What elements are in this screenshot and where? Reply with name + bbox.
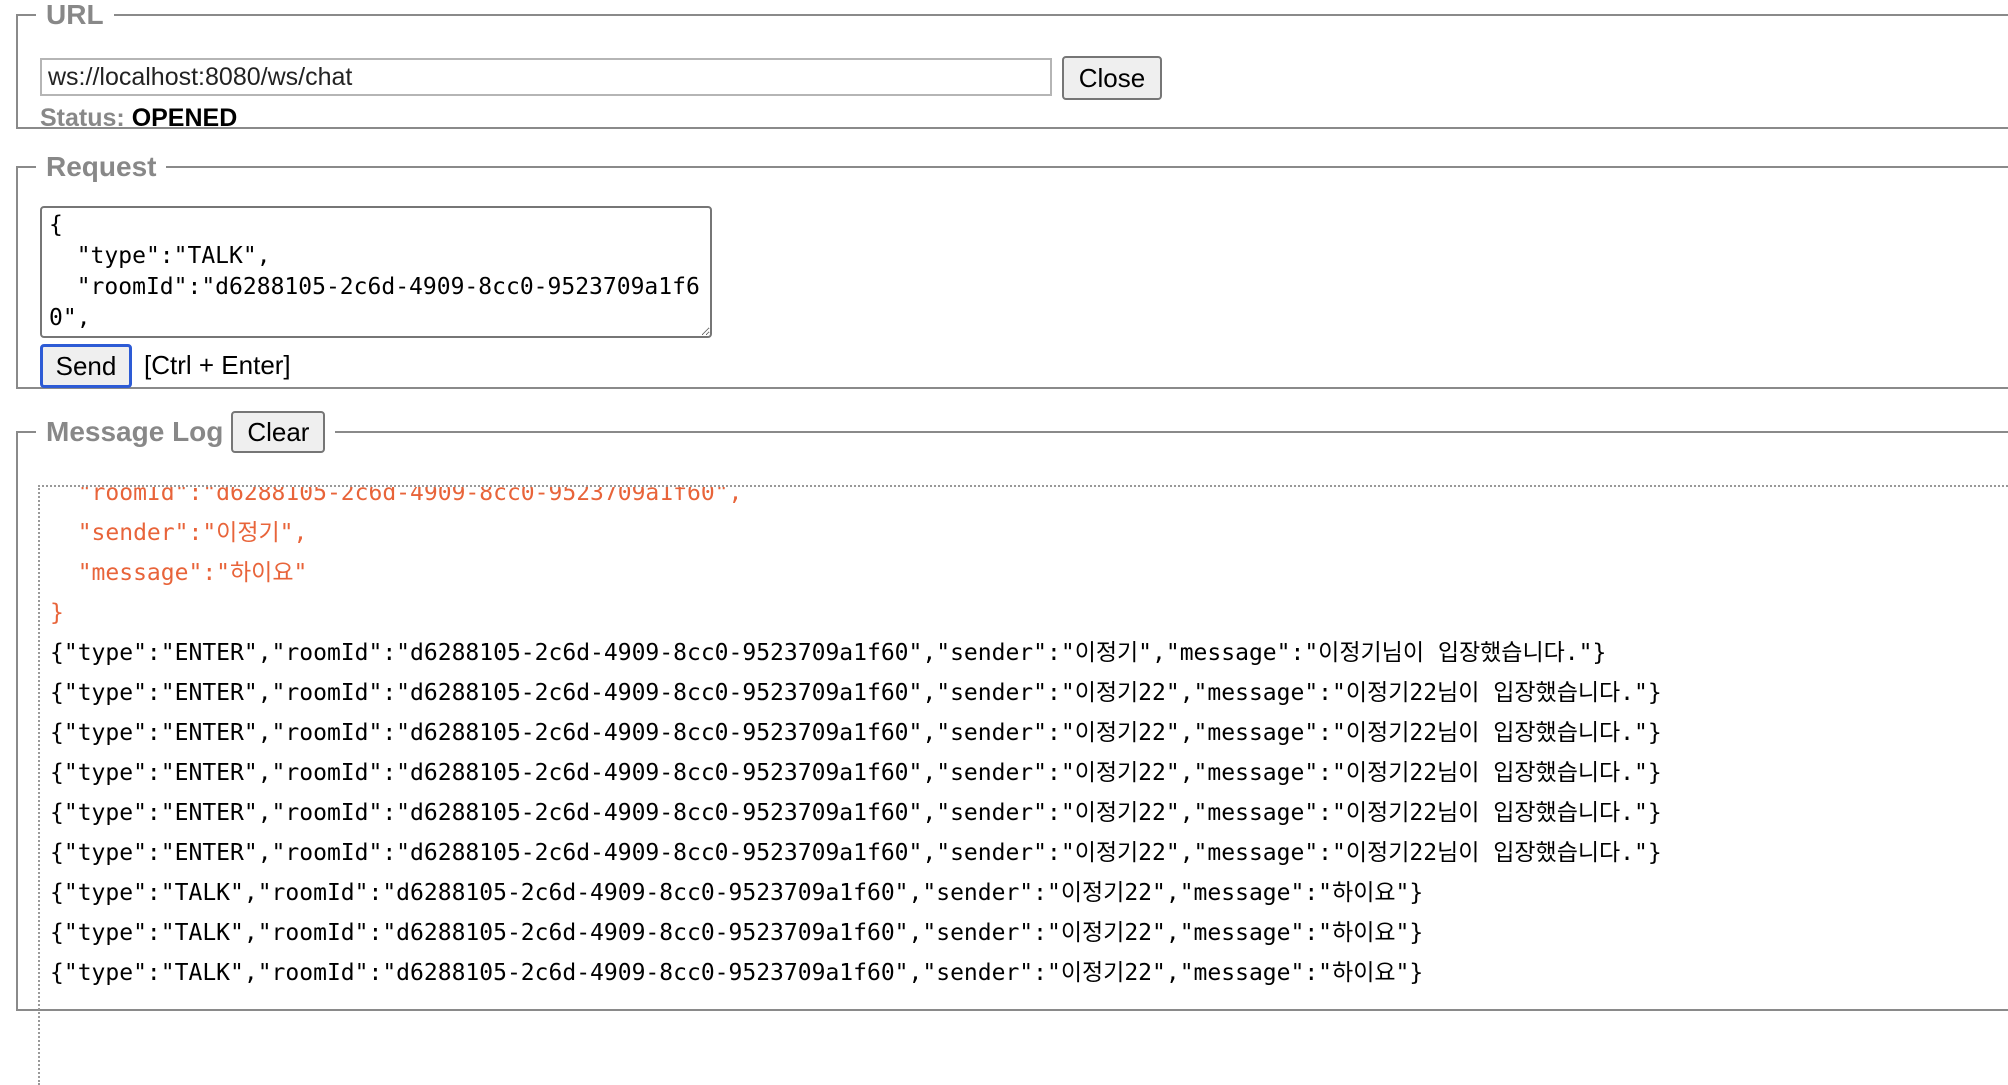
sent-message-line: "roomId":"d6288105-2c6d-4909-8cc0-952370… [50, 485, 743, 506]
send-button[interactable]: Send [40, 344, 132, 388]
request-section: Request Send [Ctrl + Enter] [16, 152, 2008, 389]
received-message-line: {"type":"ENTER","roomId":"d6288105-2c6d-… [50, 840, 1662, 866]
received-message-line: {"type":"TALK","roomId":"d6288105-2c6d-4… [50, 880, 1424, 906]
received-message-line: {"type":"ENTER","roomId":"d6288105-2c6d-… [50, 800, 1662, 826]
message-log-content: "roomId":"d6288105-2c6d-4909-8cc0-952370… [50, 485, 1662, 993]
received-message-line: {"type":"ENTER","roomId":"d6288105-2c6d-… [50, 640, 1607, 666]
message-log-legend: Message Log Clear [36, 411, 335, 453]
send-shortcut-hint: [Ctrl + Enter] [144, 350, 291, 380]
sent-message-line: "message":"하이요" [50, 560, 308, 586]
status-line: Status: OPENED [40, 104, 237, 133]
sent-message-line: } [50, 600, 64, 626]
clear-button[interactable]: Clear [231, 411, 326, 453]
sent-message-line: "sender":"이정기", [50, 520, 308, 546]
received-message-line: {"type":"ENTER","roomId":"d6288105-2c6d-… [50, 760, 1662, 786]
message-log-title: Message Log [46, 416, 224, 447]
message-log-section: Message Log Clear "roomId":"d6288105-2c6… [16, 411, 2008, 1085]
status-value: OPENED [131, 104, 238, 132]
url-section: URL Close Status: OPENED [16, 0, 2008, 132]
close-button[interactable]: Close [1062, 56, 1162, 100]
received-message-line: {"type":"TALK","roomId":"d6288105-2c6d-4… [50, 960, 1424, 986]
url-legend: URL [46, 0, 104, 30]
request-textarea[interactable] [40, 206, 712, 338]
status-label: Status: [40, 104, 125, 132]
received-message-line: {"type":"ENTER","roomId":"d6288105-2c6d-… [50, 720, 1662, 746]
url-input[interactable] [40, 58, 1052, 96]
message-log-area[interactable]: "roomId":"d6288105-2c6d-4909-8cc0-952370… [38, 485, 2008, 1085]
received-message-line: {"type":"TALK","roomId":"d6288105-2c6d-4… [50, 920, 1424, 946]
request-legend: Request [46, 151, 157, 182]
received-message-line: {"type":"ENTER","roomId":"d6288105-2c6d-… [50, 680, 1662, 706]
